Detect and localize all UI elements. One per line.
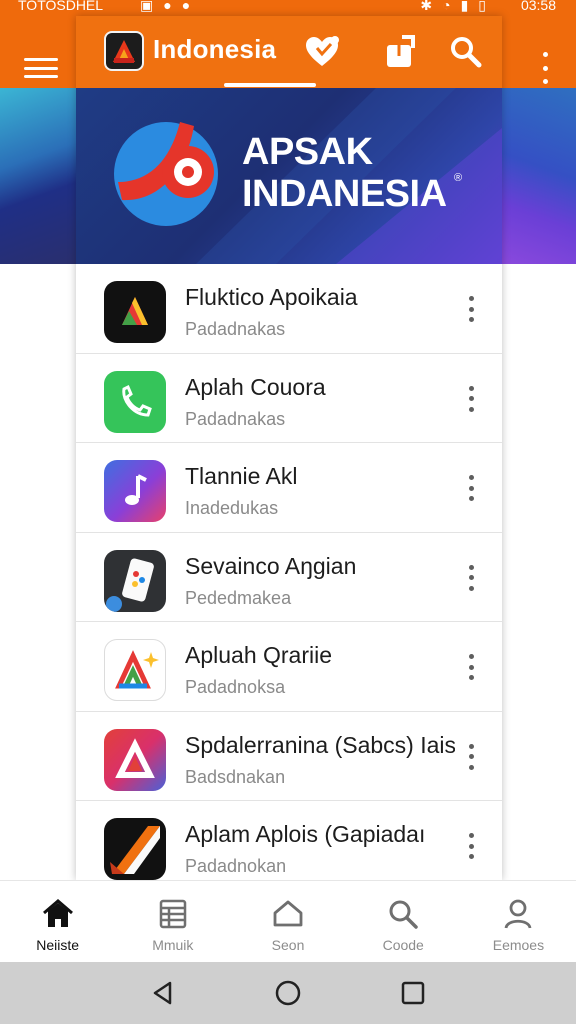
sparkle-a-icon <box>104 639 166 701</box>
app-publisher: Padadnakas <box>185 319 286 339</box>
app-publisher: Badsdnakan <box>185 766 286 787</box>
more-vert-icon[interactable] <box>466 654 476 680</box>
app-publisher: Pededmakea <box>185 587 292 608</box>
more-vert-icon[interactable] <box>466 385 476 412</box>
right-list-edge <box>500 264 576 880</box>
nav-item-house[interactable]: Seon <box>230 881 345 962</box>
search-icon <box>389 900 418 929</box>
list-item[interactable]: Fluktico Apoikaia Padadnakas <box>76 264 502 354</box>
list-item[interactable]: Sevainco Aŋgian Pededmakea <box>76 533 502 622</box>
notification-icon: ▣ <box>140 0 154 13</box>
nav-item-search[interactable]: Coode <box>346 881 461 962</box>
house-outline-icon <box>273 900 303 927</box>
nav-label: Coode <box>382 937 424 953</box>
app-name: Tlannie Akl <box>185 463 298 489</box>
right-appbar-edge <box>500 16 576 88</box>
status-clock: 03:58 <box>520 0 556 13</box>
left-appbar-edge <box>0 16 76 88</box>
status-bar: TOTOSDHEL ▣ ● ● ✱ ◔ ▮ ▯ 03:58 <box>0 0 576 16</box>
status-system-icons: ✱ ◔ ▮ ▯ <box>420 0 486 13</box>
nav-item-profile[interactable]: Eemoes <box>461 881 576 962</box>
app-title: Indonesia <box>153 34 277 64</box>
app-publisher: Padadnakas <box>185 408 286 429</box>
nav-label: Eemoes <box>492 937 545 953</box>
triangle-a-icon <box>104 728 166 791</box>
music-note-icon <box>104 460 166 522</box>
back-icon[interactable] <box>143 973 183 1013</box>
nav-label: Mmuik <box>152 937 194 953</box>
dot-icon: ● <box>181 0 191 13</box>
banner-logo-icon <box>114 122 218 226</box>
app-publisher: Padadnoksa <box>185 677 286 697</box>
slash-logo-icon <box>104 818 166 880</box>
app-bar: Indonesia <box>76 16 502 88</box>
carrier-label: TOTOSDHEL <box>18 0 104 13</box>
favorite-icon[interactable] <box>302 32 342 72</box>
app-name: Aplam Aplois (Gapiadaı <box>185 821 426 847</box>
list-item[interactable]: Aplah Couora Padadnakas <box>76 354 502 443</box>
app-name: Sevainco Aŋgian <box>185 552 357 579</box>
signal-icon: ▮ <box>460 0 469 13</box>
nav-item-list[interactable]: Mmuik <box>115 881 230 962</box>
app-name: Spdalerranina (Sabcs) Iais <box>185 731 455 758</box>
promo-banner[interactable]: APSAK INDANESIA ® <box>76 88 502 264</box>
status-notification-icons: ▣ ● ● <box>140 0 191 13</box>
list-item[interactable]: Tlannie Akl Inadedukas <box>76 443 502 533</box>
hamburger-menu-icon[interactable] <box>24 54 58 82</box>
app-logo-icon[interactable] <box>104 31 144 71</box>
left-banner-edge <box>0 88 76 264</box>
bluetooth-icon: ✱ <box>420 0 433 13</box>
nav-label: Seon <box>271 937 305 953</box>
phone-icon <box>104 370 166 433</box>
recents-square-icon[interactable] <box>393 973 433 1013</box>
app-name: Fluktico Apoikaia <box>185 284 358 310</box>
banner-registered-mark: ® <box>454 172 463 184</box>
phone-device-icon <box>104 549 166 612</box>
app-list: Fluktico Apoikaia Padadnakas Aplah Couor… <box>76 264 502 880</box>
home-circle-icon[interactable] <box>268 973 308 1013</box>
more-vert-icon[interactable] <box>466 475 476 501</box>
system-navigation-bar <box>0 962 576 1024</box>
tab-indicator <box>224 83 316 87</box>
more-vert-icon[interactable] <box>466 296 476 322</box>
list-icon <box>159 899 187 929</box>
more-vert-icon[interactable] <box>466 743 476 770</box>
more-vert-icon[interactable] <box>466 564 476 591</box>
app-publisher: Inadedukas <box>185 498 279 518</box>
triangle-logo-icon <box>104 281 166 343</box>
app-name: Apluah Qrariie <box>185 642 333 668</box>
app-publisher: Padadnokan <box>185 856 287 876</box>
main-card: Indonesia APSAK INDANESIA ® Fluktico Apo… <box>76 16 502 880</box>
wifi-icon: ◔ <box>442 0 451 13</box>
banner-title: APSAK INDANESIA <box>242 131 447 215</box>
search-icon[interactable] <box>446 32 486 72</box>
more-vert-icon[interactable] <box>540 52 550 84</box>
home-icon <box>42 899 73 927</box>
battery-icon: ▯ <box>478 0 486 13</box>
list-item[interactable]: Apluah Qrariie Padadnoksa <box>76 622 502 712</box>
android-icon: ● <box>163 0 172 13</box>
left-list-edge <box>0 264 76 880</box>
share-icon[interactable] <box>380 32 420 72</box>
app-name: Aplah Couora <box>185 373 326 400</box>
bottom-navigation: Neiiste Mmuik Seon Coode Eemoes <box>0 880 576 962</box>
list-item[interactable]: Aplam Aplois (Gapiadaı Padadnokan <box>76 801 502 880</box>
more-vert-icon[interactable] <box>466 833 476 859</box>
person-icon <box>505 899 532 929</box>
nav-item-home[interactable]: Neiiste <box>0 881 115 962</box>
phone-screen: TOTOSDHEL ▣ ● ● ✱ ◔ ▮ ▯ 03:58 Indonesia … <box>0 0 576 1024</box>
list-item[interactable]: Spdalerranina (Sabcs) Iais Badsdnakan <box>76 712 502 801</box>
nav-label: Neiiste <box>36 937 79 953</box>
right-banner-edge <box>500 88 576 264</box>
